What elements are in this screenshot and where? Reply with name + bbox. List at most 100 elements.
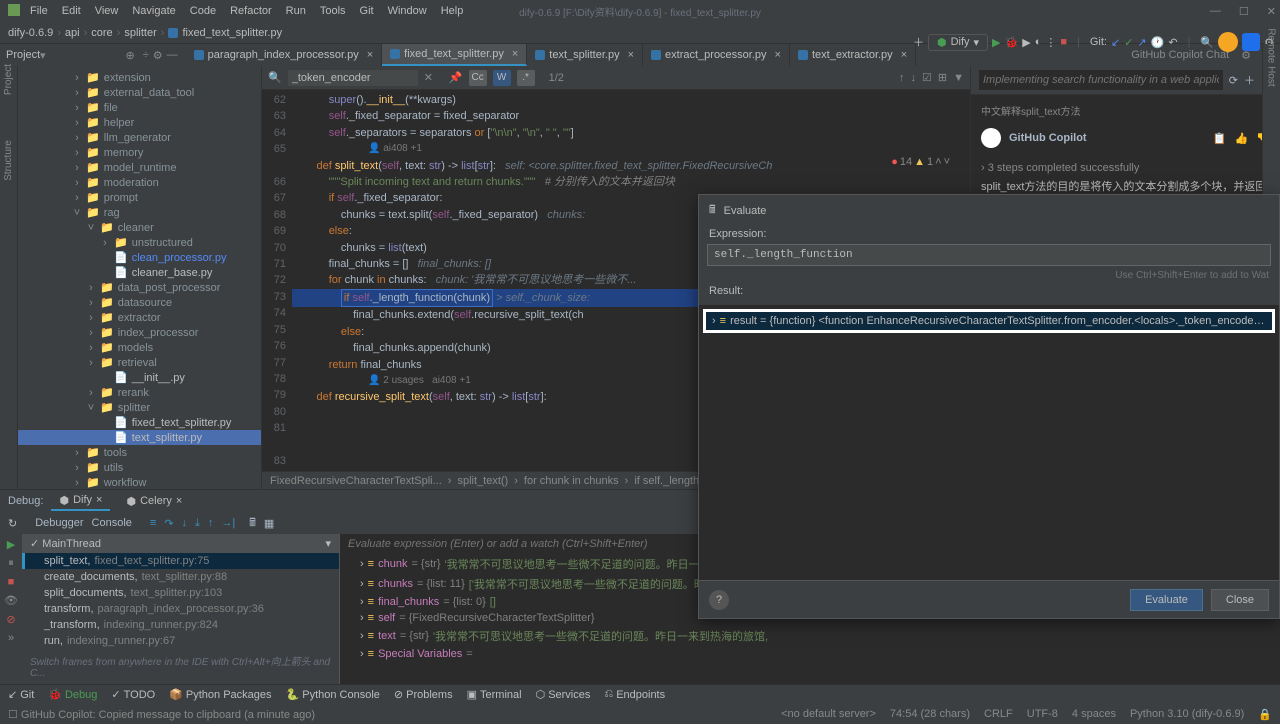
packages-tab[interactable]: 📦 Python Packages xyxy=(169,688,271,701)
step-over-icon[interactable]: ≡ xyxy=(150,517,156,529)
tree-item[interactable]: 📄fixed_text_splitter.py xyxy=(18,415,261,430)
breadcrumb-item[interactable]: splitter xyxy=(124,27,156,39)
next-match-icon[interactable]: ↓ xyxy=(911,72,917,84)
git-tab[interactable]: ↙ Git xyxy=(8,688,34,701)
tree-item[interactable]: ›📁datasource xyxy=(18,295,261,310)
view-breakpoints-icon[interactable]: 👁 xyxy=(4,594,18,607)
status-indent[interactable]: 4 spaces xyxy=(1072,708,1116,721)
git-update-icon[interactable]: ↙ xyxy=(1111,36,1120,49)
add-selection-icon[interactable]: ⊞ xyxy=(938,71,947,84)
pyconsole-tab[interactable]: 🐍 Python Console xyxy=(286,688,380,701)
settings-icon[interactable]: » xyxy=(8,632,14,644)
tree-item[interactable]: ˅📁splitter xyxy=(18,400,261,415)
tree-item[interactable]: ›📁data_post_processor xyxy=(18,280,261,295)
tree-item[interactable]: ›📁unstructured xyxy=(18,235,261,250)
tree-item[interactable]: ›📁retrieval xyxy=(18,355,261,370)
status-eol[interactable]: CRLF xyxy=(984,708,1013,721)
project-stripe-button[interactable]: Project xyxy=(3,64,14,95)
chevron-right-icon[interactable]: › xyxy=(712,315,716,327)
tree-item[interactable]: ›📁workflow xyxy=(18,475,261,489)
close-icon[interactable]: × xyxy=(775,49,781,61)
find-input[interactable] xyxy=(288,70,418,86)
step-into-icon[interactable]: ↷ xyxy=(164,517,173,530)
help-icon[interactable]: ? xyxy=(709,590,729,610)
project-tree[interactable]: ›📁extension›📁external_data_tool›📁file›📁h… xyxy=(18,66,262,489)
tree-item[interactable]: 📄clean_processor.py xyxy=(18,250,261,265)
close-icon[interactable]: × xyxy=(367,49,373,61)
copilot-badge-icon[interactable] xyxy=(1242,33,1260,51)
settings-icon[interactable]: ⚙ xyxy=(153,49,163,62)
status-interpreter[interactable]: Python 3.10 (dify-0.6.9) xyxy=(1130,708,1244,721)
lock-icon[interactable]: 🔒 xyxy=(1258,708,1272,721)
editor-tab[interactable]: text_splitter.py× xyxy=(527,44,643,66)
menu-tools[interactable]: Tools xyxy=(320,5,346,17)
menu-view[interactable]: View xyxy=(95,5,119,17)
select-all-icon[interactable]: ☑ xyxy=(922,71,932,84)
tree-item[interactable]: ˅📁rag xyxy=(18,205,261,220)
run-icon[interactable]: ▶ xyxy=(992,36,1000,49)
copilot-search[interactable] xyxy=(979,70,1223,90)
stop-icon[interactable]: ■ xyxy=(8,576,15,588)
debug-tab-celery[interactable]: ⬢ Celery × xyxy=(118,493,190,510)
avatar[interactable] xyxy=(1218,32,1238,52)
evaluate-icon[interactable]: 🖩 xyxy=(249,514,256,533)
tree-item[interactable]: ›📁index_processor xyxy=(18,325,261,340)
tree-item[interactable]: ˅📁cleaner xyxy=(18,220,261,235)
close-icon[interactable]: × xyxy=(512,48,518,60)
menu-help[interactable]: Help xyxy=(441,5,464,17)
mute-breakpoints-icon[interactable]: ⊘ xyxy=(6,613,15,626)
close-icon[interactable]: × xyxy=(901,49,907,61)
expand-icon[interactable]: ⊕ xyxy=(126,49,135,62)
frame-item[interactable]: create_documents, text_splitter.py:88 xyxy=(22,569,339,585)
step-out-icon[interactable]: ↑ xyxy=(208,517,214,529)
clear-icon[interactable]: ✕ xyxy=(424,71,433,84)
maximize-icon[interactable]: ☐ xyxy=(1239,5,1249,18)
git-push-icon[interactable]: ↗ xyxy=(1137,36,1146,49)
structure-stripe-button[interactable]: Structure xyxy=(3,140,14,181)
resume-icon[interactable]: ▶ xyxy=(7,538,15,551)
tree-item[interactable]: 📄cleaner_base.py xyxy=(18,265,261,280)
menu-code[interactable]: Code xyxy=(190,5,216,17)
todo-tab[interactable]: ✓ TODO xyxy=(111,688,155,701)
tree-item[interactable]: ›📁prompt xyxy=(18,190,261,205)
tree-item[interactable]: ›📁rerank xyxy=(18,385,261,400)
hide-icon[interactable]: — xyxy=(167,49,178,61)
menu-refactor[interactable]: Refactor xyxy=(230,5,272,17)
tree-item[interactable]: ›📁tools xyxy=(18,445,261,460)
tree-item[interactable]: ›📁model_runtime xyxy=(18,160,261,175)
thread-selector[interactable]: ✓ MainThread xyxy=(30,537,101,550)
tree-item[interactable]: ›📁moderation xyxy=(18,175,261,190)
remote-host-stripe[interactable]: Remote Host xyxy=(1266,28,1277,86)
menu-run[interactable]: Run xyxy=(286,5,306,17)
refresh-icon[interactable]: ⟳ xyxy=(1229,74,1238,87)
menu-navigate[interactable]: Navigate xyxy=(132,5,175,17)
debug-tab-dify[interactable]: ⬢ Dify × xyxy=(51,492,110,511)
collapse-icon[interactable]: ÷ xyxy=(143,49,149,61)
force-step-icon[interactable]: ⤓ xyxy=(195,517,200,530)
frame-item[interactable]: split_text, fixed_text_splitter.py:75 xyxy=(22,553,339,569)
tree-item[interactable]: ›📁extractor xyxy=(18,310,261,325)
search-icon[interactable]: 🔍 xyxy=(1200,36,1214,49)
status-server[interactable]: <no default server> xyxy=(781,708,876,721)
tree-item[interactable]: ›📁external_data_tool xyxy=(18,85,261,100)
editor-tab[interactable]: paragraph_index_processor.py× xyxy=(186,44,382,66)
menu-file[interactable]: File xyxy=(30,5,48,17)
tree-item[interactable]: 📄__init__.py xyxy=(18,370,261,385)
tree-item[interactable]: 📄text_splitter.py xyxy=(18,430,261,445)
frame-item[interactable]: transform, paragraph_index_processor.py:… xyxy=(22,601,339,617)
run-to-cursor-icon[interactable]: →| xyxy=(221,517,235,529)
add-icon[interactable]: ＋ xyxy=(1244,72,1255,88)
result-row[interactable]: › ≡ result = {function} <function Enhanc… xyxy=(703,309,1275,333)
tree-item[interactable]: ›📁file xyxy=(18,100,261,115)
thumbs-up-icon[interactable]: 👍 xyxy=(1235,132,1249,145)
editor-tab[interactable]: fixed_text_splitter.py× xyxy=(382,44,527,66)
breadcrumb-item[interactable]: fixed_text_splitter.py xyxy=(182,27,282,39)
pin-icon[interactable]: 📌 xyxy=(449,71,463,84)
tree-item[interactable]: ›📁models xyxy=(18,340,261,355)
frames-pane[interactable]: ✓ MainThread▾ split_text, fixed_text_spl… xyxy=(22,534,340,684)
project-tool-button[interactable]: Project xyxy=(0,49,40,61)
gutter[interactable]: 62636465 6667686970717273747576777879808… xyxy=(262,90,292,471)
breadcrumb-item[interactable]: core xyxy=(91,27,112,39)
filter-icon[interactable]: ▼ xyxy=(953,72,964,84)
tree-item[interactable]: ›📁utils xyxy=(18,460,261,475)
